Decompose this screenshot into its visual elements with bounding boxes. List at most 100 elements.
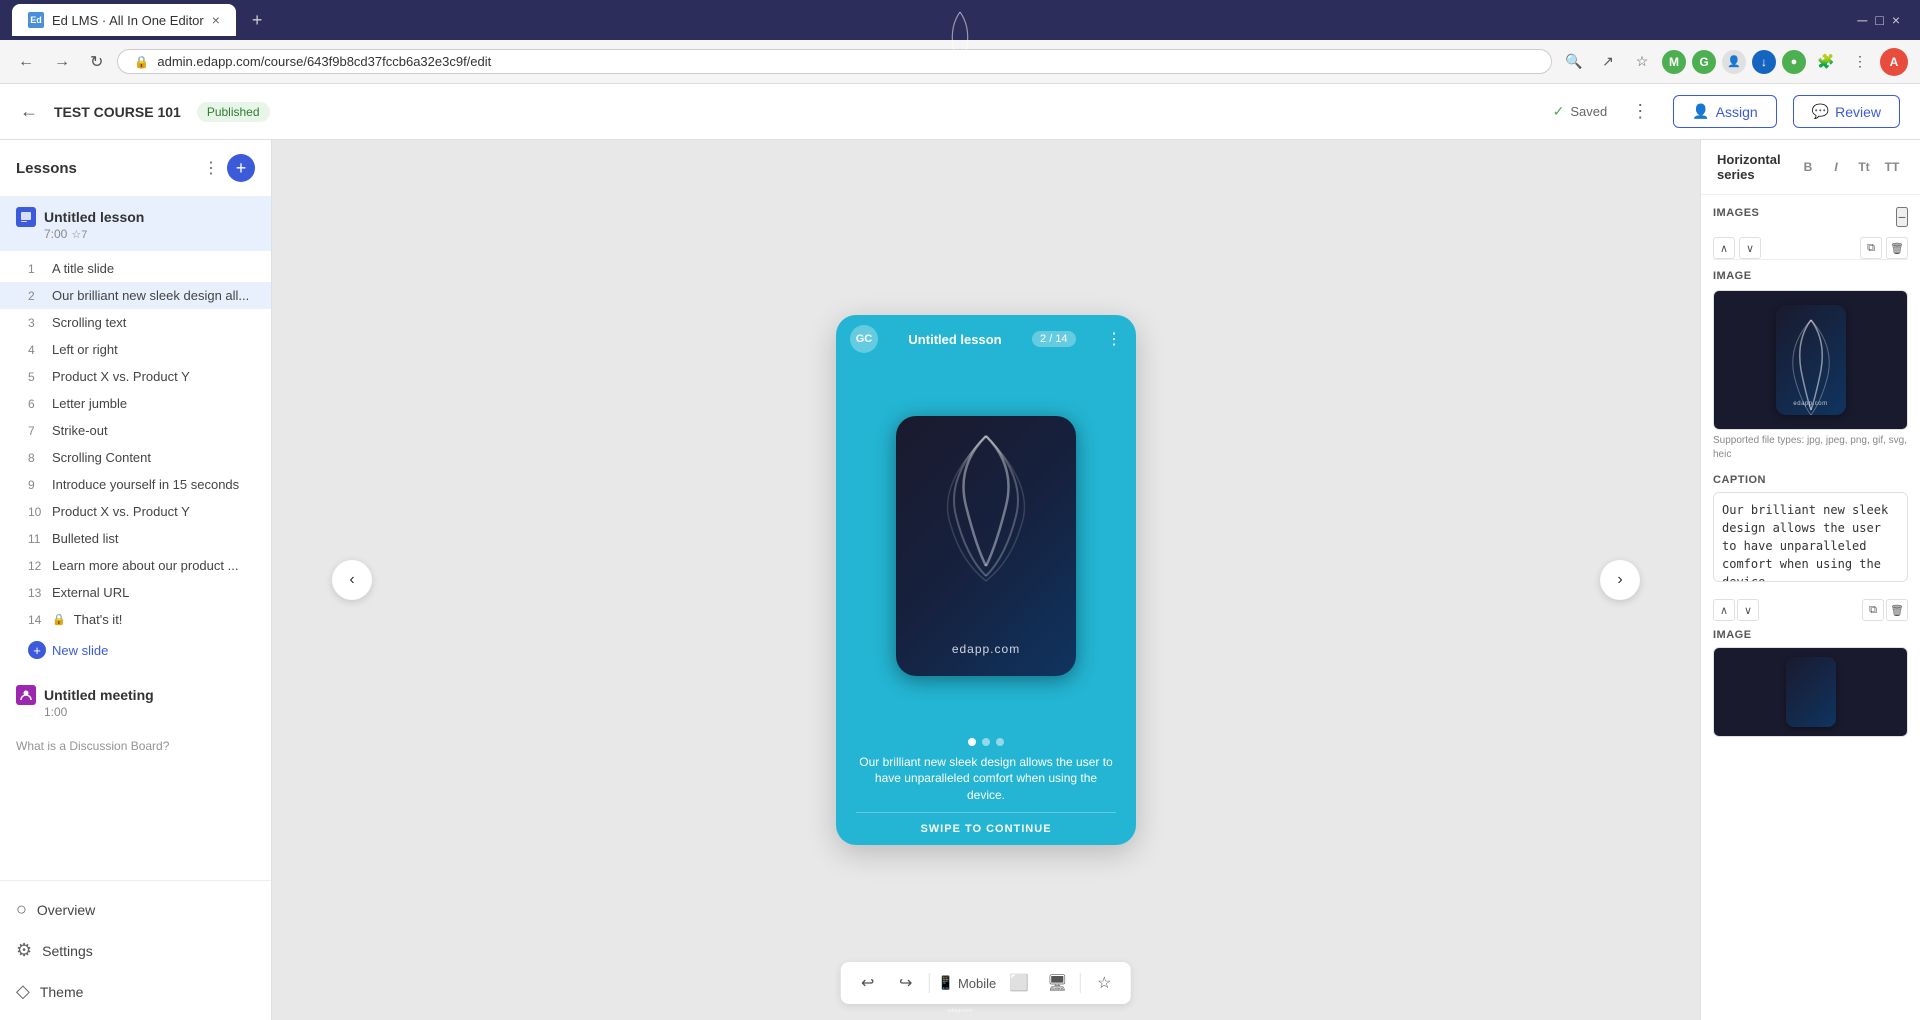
extensions-icon[interactable]: 🧩	[1812, 48, 1840, 76]
meeting-item[interactable]: Untitled meeting 1:00	[0, 675, 271, 729]
slide-item-10[interactable]: 10 Product X vs. Product Y	[0, 498, 271, 525]
desktop-view-btn[interactable]: 🖥	[1042, 968, 1072, 998]
slide-item-3[interactable]: 3 Scrolling text	[0, 309, 271, 336]
undo-btn[interactable]: ↩	[853, 968, 883, 998]
course-title: TEST COURSE 101	[54, 104, 181, 120]
sidebar-bottom-nav: ○ Overview ⚙ Settings ◇ Theme	[0, 880, 271, 1020]
saved-label: Saved	[1570, 104, 1607, 119]
prev-slide-btn[interactable]: ‹	[332, 560, 372, 600]
slide-item-14[interactable]: 14 🔒 That's it!	[0, 606, 271, 633]
panel-nav-down-btn[interactable]: ∨	[1739, 237, 1761, 259]
theme-label: Theme	[40, 984, 84, 1000]
slide-name: Product X vs. Product Y	[52, 369, 255, 384]
sidebar-title: Lessons	[16, 160, 77, 177]
phone-device-image: edapp.com	[896, 416, 1076, 676]
sidebar-scroll[interactable]: Untitled lesson 7:00 ☆7 1 A title slide …	[0, 197, 271, 880]
right-panel: Horizontal series B I Tt TT Images − ∧ ∨	[1700, 140, 1920, 1020]
panel-delete-btn[interactable]: 🗑	[1886, 237, 1908, 259]
panel-copy-btn[interactable]: ⧉	[1860, 237, 1882, 259]
tab-close-btn[interactable]: ×	[212, 12, 220, 28]
win-close[interactable]: ×	[1892, 12, 1900, 28]
slide-item-12[interactable]: 12 Learn more about our product ...	[0, 552, 271, 579]
plugin-icon3[interactable]: 👤	[1722, 50, 1746, 74]
lesson-item-untitled[interactable]: Untitled lesson 7:00 ☆7	[0, 197, 271, 251]
slide-item-1[interactable]: 1 A title slide	[0, 255, 271, 282]
win-maximize[interactable]: □	[1875, 12, 1883, 28]
add-lesson-btn[interactable]: +	[227, 154, 255, 182]
profile-avatar[interactable]: A	[1880, 48, 1908, 76]
slide-item-4[interactable]: 4 Left or right	[0, 336, 271, 363]
settings-label: Settings	[42, 943, 93, 959]
slide-name: Product X vs. Product Y	[52, 504, 255, 519]
nav-forward-btn[interactable]: →	[48, 49, 76, 75]
slide-num: 9	[28, 478, 44, 492]
slide-item-11[interactable]: 11 Bulleted list	[0, 525, 271, 552]
tablet-view-btn[interactable]: ⬜	[1004, 968, 1034, 998]
slide-num: 3	[28, 316, 44, 330]
slide-name: Learn more about our product ...	[52, 558, 255, 573]
address-bar[interactable]: 🔒 admin.edapp.com/course/643f9b8cd37fccb…	[117, 49, 1552, 74]
redo-btn[interactable]: ↪	[891, 968, 921, 998]
nav-back-btn[interactable]: ←	[12, 49, 40, 75]
slide-item-13[interactable]: 13 External URL	[0, 579, 271, 606]
sidebar-header: Lessons ⋮ +	[0, 140, 271, 197]
sidebar-item-theme[interactable]: ◇ Theme	[0, 971, 271, 1012]
slide-item-6[interactable]: 6 Letter jumble	[0, 390, 271, 417]
next-slide-btn[interactable]: ›	[1600, 560, 1640, 600]
back-to-courses-btn[interactable]: ←	[20, 101, 38, 122]
slide-item-8[interactable]: 8 Scrolling Content	[0, 444, 271, 471]
slide-num: 2	[28, 289, 44, 303]
right-panel-scroll[interactable]: Images − ∧ ∨ ⧉ 🗑 IMAGE	[1701, 195, 1920, 1020]
section-copy-btn[interactable]: ⧉	[1862, 599, 1884, 621]
caption-section: CAPTION	[1713, 474, 1908, 587]
review-label: Review	[1835, 104, 1881, 120]
plugin-g-icon[interactable]: G	[1692, 50, 1716, 74]
browser-menu-icon[interactable]: ⋮	[1846, 48, 1874, 76]
lesson-meta: 7:00 ☆7	[44, 227, 255, 241]
sidebar-item-overview[interactable]: ○ Overview	[0, 889, 271, 930]
overview-icon: ○	[16, 899, 27, 920]
img2-label: IMAGE	[1713, 629, 1908, 641]
image-preview-1[interactable]: edapp.com	[1713, 290, 1908, 430]
phone-image-area: edapp.com	[836, 363, 1136, 730]
caption-textarea[interactable]	[1713, 492, 1908, 582]
plugin-download-icon[interactable]: ↓	[1752, 50, 1776, 74]
slide-list: 1 A title slide 2 Our brilliant new slee…	[0, 251, 271, 671]
image-preview-2[interactable]: edapp.com	[1713, 647, 1908, 737]
win-minimize[interactable]: ─	[1857, 12, 1867, 28]
plugin-m-icon[interactable]: M	[1662, 50, 1686, 74]
plugin-icon5[interactable]: ●	[1782, 50, 1806, 74]
italic-btn[interactable]: I	[1824, 155, 1848, 179]
bookmark-icon[interactable]: ☆	[1628, 48, 1656, 76]
review-button[interactable]: 💬 Review	[1793, 95, 1900, 128]
search-icon[interactable]: 🔍	[1560, 48, 1588, 76]
collapse-images-btn[interactable]: −	[1896, 207, 1908, 227]
discussion-item[interactable]: What is a Discussion Board?	[0, 729, 271, 763]
slide-item-2[interactable]: 2 Our brilliant new sleek design all...	[0, 282, 271, 309]
share-icon[interactable]: ↗	[1594, 48, 1622, 76]
new-slide-btn[interactable]: + New slide	[0, 633, 271, 667]
phone-menu-icon: ⋮	[1106, 329, 1122, 349]
title-case-btn[interactable]: Tt	[1852, 155, 1876, 179]
browser-tab[interactable]: Ed Ed LMS · All In One Editor ×	[12, 4, 236, 36]
bold-btn[interactable]: B	[1796, 155, 1820, 179]
assign-button[interactable]: 👤 Assign	[1673, 95, 1776, 128]
favorite-btn[interactable]: ☆	[1089, 968, 1119, 998]
section-up-btn[interactable]: ∧	[1713, 599, 1735, 621]
new-tab-btn[interactable]: +	[252, 10, 263, 31]
all-caps-btn[interactable]: TT	[1880, 155, 1904, 179]
section-down-btn[interactable]: ∨	[1737, 599, 1759, 621]
nav-refresh-btn[interactable]: ↻	[84, 48, 109, 76]
panel-nav-controls: ∧ ∨ ⧉ 🗑	[1713, 237, 1908, 260]
slide-item-7[interactable]: 7 Strike-out	[0, 417, 271, 444]
section-delete-btn[interactable]: 🗑	[1886, 599, 1908, 621]
sidebar-more-btn[interactable]: ⋮	[203, 158, 219, 178]
slide-item-5[interactable]: 5 Product X vs. Product Y	[0, 363, 271, 390]
slide-name: External URL	[52, 585, 255, 600]
header-more-btn[interactable]: ⋮	[1631, 101, 1649, 122]
slide-item-9[interactable]: 9 Introduce yourself in 15 seconds	[0, 471, 271, 498]
settings-icon: ⚙	[16, 940, 32, 961]
panel-nav-up-btn[interactable]: ∧	[1713, 237, 1735, 259]
slide-name: Our brilliant new sleek design all...	[52, 288, 255, 303]
sidebar-item-settings[interactable]: ⚙ Settings	[0, 930, 271, 971]
